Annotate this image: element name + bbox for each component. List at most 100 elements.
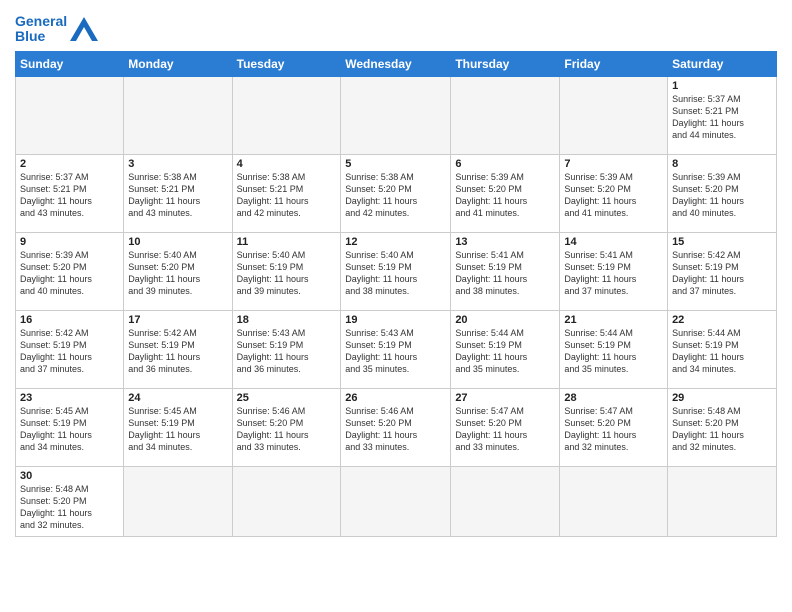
- header: General Blue: [15, 10, 777, 45]
- logo-general: General: [15, 13, 67, 29]
- day-info: Sunrise: 5:39 AM Sunset: 5:20 PM Dayligh…: [672, 171, 772, 220]
- week-row-0: 1Sunrise: 5:37 AM Sunset: 5:21 PM Daylig…: [16, 76, 777, 154]
- day-number: 7: [564, 158, 663, 170]
- calendar-cell: 17Sunrise: 5:42 AM Sunset: 5:19 PM Dayli…: [124, 310, 232, 388]
- day-info: Sunrise: 5:42 AM Sunset: 5:19 PM Dayligh…: [20, 327, 119, 376]
- day-number: 6: [455, 158, 555, 170]
- day-number: 11: [237, 236, 337, 248]
- day-number: 10: [128, 236, 227, 248]
- day-number: 24: [128, 392, 227, 404]
- day-number: 20: [455, 314, 555, 326]
- logo: General Blue: [15, 14, 98, 45]
- day-number: 22: [672, 314, 772, 326]
- calendar-cell: 12Sunrise: 5:40 AM Sunset: 5:19 PM Dayli…: [341, 232, 451, 310]
- week-row-5: 30Sunrise: 5:48 AM Sunset: 5:20 PM Dayli…: [16, 466, 777, 536]
- calendar-cell: 11Sunrise: 5:40 AM Sunset: 5:19 PM Dayli…: [232, 232, 341, 310]
- day-info: Sunrise: 5:37 AM Sunset: 5:21 PM Dayligh…: [672, 93, 772, 142]
- week-row-3: 16Sunrise: 5:42 AM Sunset: 5:19 PM Dayli…: [16, 310, 777, 388]
- week-row-1: 2Sunrise: 5:37 AM Sunset: 5:21 PM Daylig…: [16, 154, 777, 232]
- day-info: Sunrise: 5:45 AM Sunset: 5:19 PM Dayligh…: [128, 405, 227, 454]
- calendar-cell: 8Sunrise: 5:39 AM Sunset: 5:20 PM Daylig…: [668, 154, 777, 232]
- calendar-cell: [16, 76, 124, 154]
- calendar-cell: [341, 466, 451, 536]
- day-info: Sunrise: 5:39 AM Sunset: 5:20 PM Dayligh…: [455, 171, 555, 220]
- day-info: Sunrise: 5:48 AM Sunset: 5:20 PM Dayligh…: [20, 483, 119, 532]
- calendar-cell: 13Sunrise: 5:41 AM Sunset: 5:19 PM Dayli…: [451, 232, 560, 310]
- day-number: 19: [345, 314, 446, 326]
- calendar-cell: 18Sunrise: 5:43 AM Sunset: 5:19 PM Dayli…: [232, 310, 341, 388]
- day-info: Sunrise: 5:40 AM Sunset: 5:19 PM Dayligh…: [237, 249, 337, 298]
- day-number: 14: [564, 236, 663, 248]
- day-info: Sunrise: 5:46 AM Sunset: 5:20 PM Dayligh…: [345, 405, 446, 454]
- day-info: Sunrise: 5:39 AM Sunset: 5:20 PM Dayligh…: [20, 249, 119, 298]
- day-number: 30: [20, 470, 119, 482]
- page: General Blue SundayMondayTuesdayWednesda…: [0, 0, 792, 612]
- calendar-cell: 29Sunrise: 5:48 AM Sunset: 5:20 PM Dayli…: [668, 388, 777, 466]
- calendar-cell: 23Sunrise: 5:45 AM Sunset: 5:19 PM Dayli…: [16, 388, 124, 466]
- calendar-cell: 1Sunrise: 5:37 AM Sunset: 5:21 PM Daylig…: [668, 76, 777, 154]
- calendar-cell: [341, 76, 451, 154]
- logo-text: General Blue: [15, 14, 67, 45]
- calendar-cell: 21Sunrise: 5:44 AM Sunset: 5:19 PM Dayli…: [560, 310, 668, 388]
- day-number: 23: [20, 392, 119, 404]
- calendar-cell: 28Sunrise: 5:47 AM Sunset: 5:20 PM Dayli…: [560, 388, 668, 466]
- day-info: Sunrise: 5:37 AM Sunset: 5:21 PM Dayligh…: [20, 171, 119, 220]
- calendar-cell: 20Sunrise: 5:44 AM Sunset: 5:19 PM Dayli…: [451, 310, 560, 388]
- day-number: 17: [128, 314, 227, 326]
- week-row-4: 23Sunrise: 5:45 AM Sunset: 5:19 PM Dayli…: [16, 388, 777, 466]
- day-info: Sunrise: 5:44 AM Sunset: 5:19 PM Dayligh…: [564, 327, 663, 376]
- day-info: Sunrise: 5:41 AM Sunset: 5:19 PM Dayligh…: [455, 249, 555, 298]
- day-number: 2: [20, 158, 119, 170]
- day-info: Sunrise: 5:48 AM Sunset: 5:20 PM Dayligh…: [672, 405, 772, 454]
- day-info: Sunrise: 5:45 AM Sunset: 5:19 PM Dayligh…: [20, 405, 119, 454]
- weekday-tuesday: Tuesday: [232, 51, 341, 76]
- logo-icon: [70, 17, 98, 41]
- calendar-cell: 15Sunrise: 5:42 AM Sunset: 5:19 PM Dayli…: [668, 232, 777, 310]
- week-row-2: 9Sunrise: 5:39 AM Sunset: 5:20 PM Daylig…: [16, 232, 777, 310]
- calendar-cell: 19Sunrise: 5:43 AM Sunset: 5:19 PM Dayli…: [341, 310, 451, 388]
- day-number: 13: [455, 236, 555, 248]
- weekday-saturday: Saturday: [668, 51, 777, 76]
- day-number: 9: [20, 236, 119, 248]
- weekday-monday: Monday: [124, 51, 232, 76]
- weekday-thursday: Thursday: [451, 51, 560, 76]
- day-number: 25: [237, 392, 337, 404]
- calendar: SundayMondayTuesdayWednesdayThursdayFrid…: [15, 51, 777, 537]
- day-info: Sunrise: 5:47 AM Sunset: 5:20 PM Dayligh…: [564, 405, 663, 454]
- day-info: Sunrise: 5:43 AM Sunset: 5:19 PM Dayligh…: [345, 327, 446, 376]
- day-number: 26: [345, 392, 446, 404]
- weekday-friday: Friday: [560, 51, 668, 76]
- day-number: 27: [455, 392, 555, 404]
- weekday-sunday: Sunday: [16, 51, 124, 76]
- day-number: 3: [128, 158, 227, 170]
- calendar-cell: 2Sunrise: 5:37 AM Sunset: 5:21 PM Daylig…: [16, 154, 124, 232]
- calendar-cell: [451, 76, 560, 154]
- calendar-cell: 9Sunrise: 5:39 AM Sunset: 5:20 PM Daylig…: [16, 232, 124, 310]
- calendar-cell: 10Sunrise: 5:40 AM Sunset: 5:20 PM Dayli…: [124, 232, 232, 310]
- day-info: Sunrise: 5:44 AM Sunset: 5:19 PM Dayligh…: [672, 327, 772, 376]
- day-number: 4: [237, 158, 337, 170]
- day-number: 28: [564, 392, 663, 404]
- day-number: 18: [237, 314, 337, 326]
- day-info: Sunrise: 5:40 AM Sunset: 5:20 PM Dayligh…: [128, 249, 227, 298]
- calendar-cell: 3Sunrise: 5:38 AM Sunset: 5:21 PM Daylig…: [124, 154, 232, 232]
- day-info: Sunrise: 5:40 AM Sunset: 5:19 PM Dayligh…: [345, 249, 446, 298]
- calendar-cell: 27Sunrise: 5:47 AM Sunset: 5:20 PM Dayli…: [451, 388, 560, 466]
- calendar-cell: 14Sunrise: 5:41 AM Sunset: 5:19 PM Dayli…: [560, 232, 668, 310]
- day-number: 8: [672, 158, 772, 170]
- calendar-cell: 5Sunrise: 5:38 AM Sunset: 5:20 PM Daylig…: [341, 154, 451, 232]
- day-number: 29: [672, 392, 772, 404]
- day-info: Sunrise: 5:44 AM Sunset: 5:19 PM Dayligh…: [455, 327, 555, 376]
- calendar-cell: 25Sunrise: 5:46 AM Sunset: 5:20 PM Dayli…: [232, 388, 341, 466]
- day-number: 15: [672, 236, 772, 248]
- day-info: Sunrise: 5:41 AM Sunset: 5:19 PM Dayligh…: [564, 249, 663, 298]
- logo-blue: Blue: [15, 28, 45, 44]
- weekday-header-row: SundayMondayTuesdayWednesdayThursdayFrid…: [16, 51, 777, 76]
- calendar-cell: [232, 76, 341, 154]
- day-info: Sunrise: 5:42 AM Sunset: 5:19 PM Dayligh…: [128, 327, 227, 376]
- calendar-cell: [124, 76, 232, 154]
- calendar-cell: 24Sunrise: 5:45 AM Sunset: 5:19 PM Dayli…: [124, 388, 232, 466]
- weekday-wednesday: Wednesday: [341, 51, 451, 76]
- day-info: Sunrise: 5:47 AM Sunset: 5:20 PM Dayligh…: [455, 405, 555, 454]
- day-number: 21: [564, 314, 663, 326]
